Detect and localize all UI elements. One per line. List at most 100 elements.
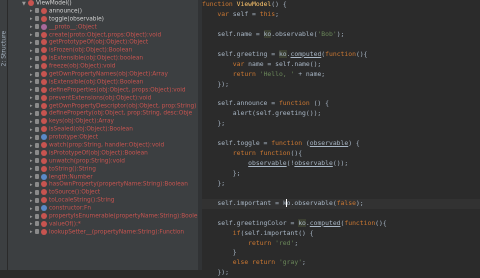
lock-icon <box>35 174 39 180</box>
field-icon <box>41 205 47 212</box>
code-token: 'Hello, ' <box>259 69 295 78</box>
structure-item[interactable]: ▸ defineProperties(obj:Object, props:Obje… <box>8 86 198 95</box>
structure-item[interactable]: ▸ length:Number <box>8 173 198 182</box>
tree-root-label: ViewModel() <box>36 0 72 7</box>
structure-item-label: keys(obj:Object):Array <box>49 118 114 125</box>
code-token: alert(self.greeting()); <box>202 109 322 118</box>
tree-root-viewmodel[interactable]: ▼ ViewModel() <box>8 0 198 8</box>
structure-item[interactable]: ▸ watch(prop:String, handler:Object):void <box>8 142 198 150</box>
structure-item-label: toLocaleString():String <box>49 197 115 204</box>
code-token: ); <box>336 29 345 38</box>
structure-item[interactable]: ▸ create(proto:Object,props:Object):void <box>8 31 198 40</box>
code-token: self.toggle = <box>202 139 272 148</box>
code-line: }; <box>202 179 480 189</box>
structure-item[interactable]: ▸ isSealed(obj:Object):Boolean <box>8 126 198 134</box>
method-icon <box>41 142 47 149</box>
lock-icon <box>35 16 39 22</box>
structure-item[interactable]: ▸ getPrototypeOf(obj:Object):Object <box>8 39 198 47</box>
structure-item[interactable]: ▸ preventExtensions(obj:Object):void <box>8 94 198 103</box>
structure-item[interactable]: ▸ getOwnPropertyNames(obj:Object):Array <box>8 71 198 79</box>
structure-item-label: toggle(observable) <box>49 16 104 23</box>
code-editor[interactable]: function ViewModel() { var self = this; … <box>202 0 480 276</box>
code-line: }; <box>202 169 480 179</box>
code-token: function <box>278 99 310 108</box>
lock-icon <box>35 126 39 132</box>
code-token: }; <box>202 168 241 177</box>
structure-item[interactable]: ▸ announce() <box>8 7 198 16</box>
structure-item[interactable]: ▸ toggle(observable) <box>8 15 198 24</box>
structure-item-label: toString():String <box>49 166 96 173</box>
structure-item[interactable]: ▸ isPrototypeOf(obj:Object):Boolean <box>8 149 198 158</box>
structure-item[interactable]: ▸ isExtensible(obj:Object):boolean <box>8 55 198 63</box>
structure-item[interactable]: ▸ hasOwnProperty(propertyName:String):Boo… <box>8 181 198 189</box>
method-icon <box>41 63 47 70</box>
code-line: self.greetingColor = ko.computed(functio… <box>202 218 480 229</box>
structure-item[interactable]: ▸ keys(obj:Object):Array <box>8 118 198 126</box>
lock-icon <box>35 221 39 227</box>
method-icon <box>41 118 47 125</box>
code-token: self.greetingColor = <box>202 218 299 227</box>
code-line: self.announce = function () { <box>202 99 480 109</box>
structure-tool-tab[interactable]: 2: Structure <box>0 0 8 270</box>
method-icon <box>41 181 47 188</box>
structure-item[interactable]: ▸ getOwnPropertyDescriptor(obj:Object, pr… <box>8 102 198 111</box>
code-token: (self.important() { <box>240 228 314 237</box>
method-icon <box>41 94 47 101</box>
lock-icon <box>35 213 39 219</box>
code-token: ; <box>294 238 299 247</box>
code-token: self.important = <box>202 198 283 207</box>
structure-item[interactable]: ▸ toLocaleString():String <box>8 197 198 205</box>
code-token: () { <box>271 0 287 8</box>
code-line: observable(!observable()); <box>202 159 480 169</box>
code-token: name = self.name(); <box>248 59 322 68</box>
code-token: self = <box>232 9 260 18</box>
lock-icon <box>35 118 39 124</box>
lock-icon <box>35 181 39 187</box>
code-token: ViewModel <box>236 0 272 8</box>
structure-item-label: getPrototypeOf(obj:Object):Object <box>49 39 149 46</box>
structure-item[interactable]: ▸ prototype:Object <box>8 134 198 142</box>
field-icon <box>41 134 47 141</box>
field-icon <box>41 173 47 180</box>
structure-item[interactable]: ▸ valueOf():* <box>8 220 198 229</box>
structure-item[interactable]: ▸ propertyIsEnumerable(propertyName:Strin… <box>8 213 198 221</box>
structure-item[interactable]: ▸ toSource():Object <box>8 189 198 197</box>
code-token: ( <box>302 139 310 148</box>
structure-item[interactable]: ▸ isFrozen(obj:Object):Boolean <box>8 47 198 55</box>
structure-item[interactable]: ▸ lookupSetter__(propertyName:String):Fun… <box>8 228 198 237</box>
structure-item-label: constructor:Fn <box>49 205 92 212</box>
structure-item-label: prototype:Object <box>49 134 99 141</box>
structure-item[interactable]: ▸ unwatch(prop:String):void <box>8 157 198 166</box>
structure-item[interactable]: ▸ freeze(obj:Object):void <box>8 63 198 71</box>
structure-item[interactable]: ▸ toString():String <box>8 165 198 174</box>
lock-icon <box>35 158 39 164</box>
structure-item-label: freeze(obj:Object):void <box>49 63 116 70</box>
lock-icon <box>35 55 39 61</box>
lock-icon <box>35 8 39 14</box>
lock-icon <box>35 166 39 172</box>
structure-panel: ▼ ViewModel() ▸ announce() ▸ toggle(observab… <box>8 0 198 270</box>
structure-item[interactable]: ▸ defineProperty(obj:Object, prop:String,… <box>8 110 198 118</box>
structure-item-label: isSealed(obj:Object):Boolean <box>49 126 133 133</box>
structure-item[interactable]: ▸ isExtensible(obj:Object):Boolean <box>8 78 198 87</box>
method-icon <box>41 197 47 204</box>
code-line: return function(){ <box>202 149 480 159</box>
code-token: (){ <box>290 149 303 158</box>
code-token: + name; <box>294 69 326 78</box>
structure-item-label: isExtensible(obj:Object):boolean <box>49 55 144 62</box>
code-token: () { <box>309 99 329 108</box>
structure-item-label: preventExtensions(obj:Object):void <box>49 95 152 102</box>
code-token: function <box>202 0 237 8</box>
structure-item-label: create(proto:Object,props:Object):void <box>49 32 162 39</box>
lock-icon <box>35 87 39 93</box>
code-token: var <box>217 9 233 18</box>
code-line: self.greeting = ko.computed(function(){ <box>202 49 480 60</box>
structure-item[interactable]: ▸ __proto__:Object <box>8 23 198 32</box>
method-icon <box>41 228 47 235</box>
code-token: 'Bob' <box>317 29 337 38</box>
structure-item[interactable]: ▸ constructor:Fn <box>8 205 198 213</box>
code-token: ); <box>355 198 364 207</box>
